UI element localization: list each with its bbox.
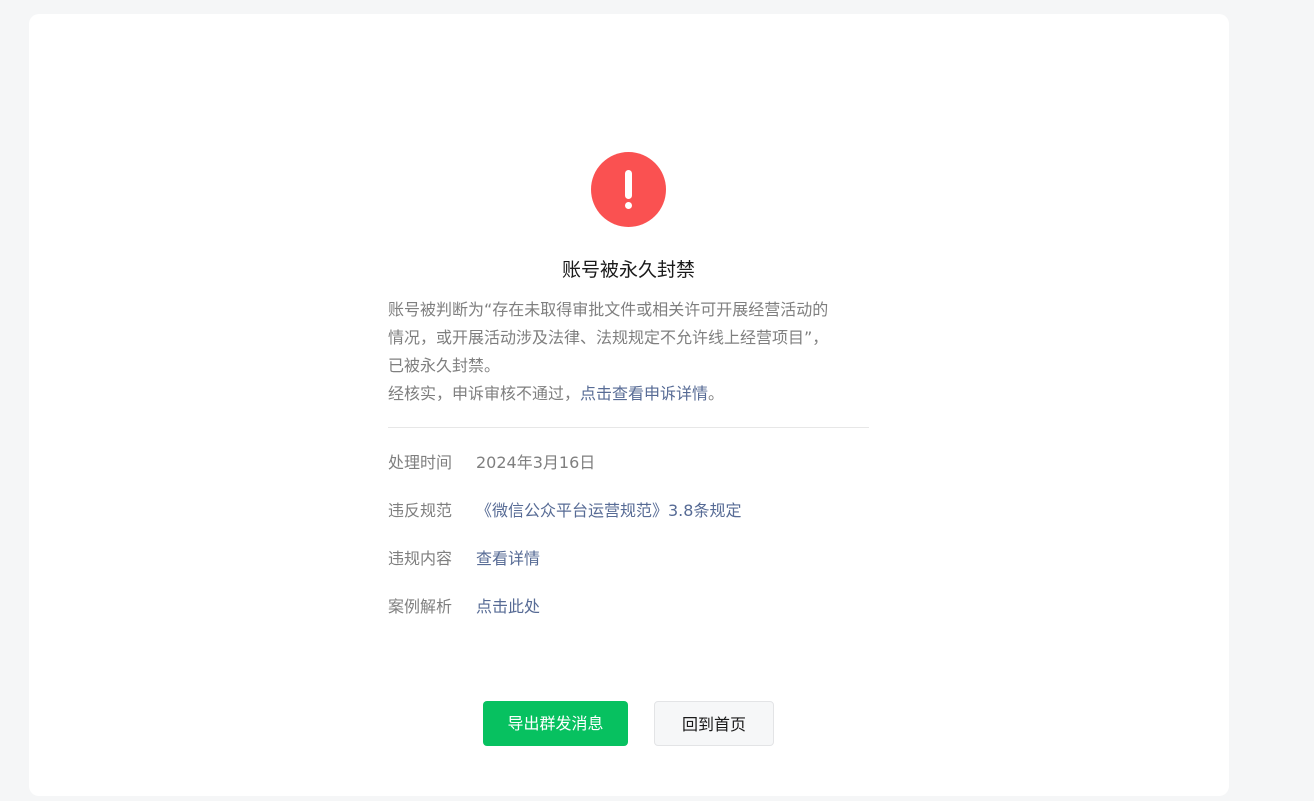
handle-time-value: 2024年3月16日 xyxy=(476,453,596,472)
info-row-handle-time: 处理时间 2024年3月16日 xyxy=(388,451,869,475)
divider xyxy=(388,427,869,428)
case-analysis-link[interactable]: 点击此处 xyxy=(476,597,540,616)
view-details-link[interactable]: 查看详情 xyxy=(476,549,540,568)
export-messages-button[interactable]: 导出群发消息 xyxy=(483,701,628,746)
appeal-details-link[interactable]: 点击查看申诉详情 xyxy=(580,384,708,403)
description-line-2: 情况，或开展活动涉及法律、法规规定不允许线上经营项目”， xyxy=(388,328,829,347)
appeal-result: 经核实，申诉审核不通过，点击查看申诉详情。 xyxy=(388,380,869,408)
info-label: 违反规范 xyxy=(388,501,453,520)
exclamation-circle-icon xyxy=(591,152,666,227)
ban-description: 账号被判断为“存在未取得审批文件或相关许可开展经营活动的 情况，或开展活动涉及法… xyxy=(388,296,869,408)
exclamation-dot xyxy=(625,202,632,209)
info-label: 案例解析 xyxy=(388,597,453,616)
appeal-text: 经核实，申诉审核不通过， xyxy=(388,384,581,403)
ban-notice-card: 账号被永久封禁 账号被判断为“存在未取得审批文件或相关许可开展经营活动的 情况，… xyxy=(29,14,1229,796)
violated-rule-link[interactable]: 《微信公众平台运营规范》3.8条规定 xyxy=(476,501,741,520)
back-home-button[interactable]: 回到首页 xyxy=(654,701,774,746)
appeal-end: 。 xyxy=(708,384,725,403)
exclamation-bar xyxy=(625,170,632,199)
info-row-violated-rule: 违反规范 《微信公众平台运营规范》3.8条规定 xyxy=(388,499,869,523)
info-label: 违规内容 xyxy=(388,549,453,568)
description-line-3: 已被永久封禁。 xyxy=(388,356,501,375)
description-line-1: 账号被判断为“存在未取得审批文件或相关许可开展经营活动的 xyxy=(388,300,829,319)
info-row-violation-content: 违规内容 查看详情 xyxy=(388,547,869,571)
info-row-case-analysis: 案例解析 点击此处 xyxy=(388,595,869,619)
info-label: 处理时间 xyxy=(388,453,453,472)
ban-title: 账号被永久封禁 xyxy=(561,259,695,281)
